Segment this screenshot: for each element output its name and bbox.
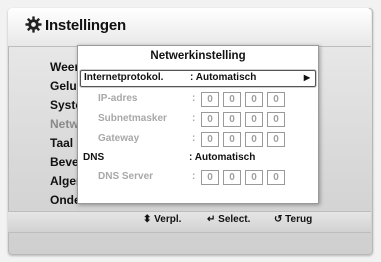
- dns-octet-1[interactable]: 0: [201, 170, 219, 185]
- dns-row[interactable]: DNS : Automatisch: [80, 151, 314, 166]
- gear-icon: [25, 16, 42, 33]
- subnet-octet-1[interactable]: 0: [201, 112, 219, 127]
- internet-protocol-value: : Automatisch: [190, 72, 257, 83]
- subnet-mask-label: Subnetmasker: [98, 113, 167, 124]
- dns-value: : Automatisch: [189, 152, 256, 163]
- ip-octet-2[interactable]: 0: [223, 92, 241, 107]
- gateway-octet-1[interactable]: 0: [201, 132, 219, 147]
- arrow-right-icon: ▶: [303, 73, 310, 82]
- internet-protocol-label: Internetprotokol.: [84, 72, 164, 83]
- ip-octet-3[interactable]: 0: [245, 92, 263, 107]
- dns-octet-3[interactable]: 0: [245, 170, 263, 185]
- dns-octet-4[interactable]: 0: [267, 170, 285, 185]
- ip-octet-4[interactable]: 0: [267, 92, 285, 107]
- subnet-mask-row: Subnetmasker : 0 0 0 0: [80, 112, 314, 127]
- dialog-title: Netwerkinstelling: [150, 50, 246, 62]
- gateway-label: Gateway: [98, 133, 140, 144]
- internet-protocol-row[interactable]: Internetprotokol. : Automatisch ▶: [80, 70, 316, 87]
- ip-octet-1[interactable]: 0: [201, 92, 219, 107]
- gateway-colon: :: [192, 133, 196, 144]
- subnet-octet-3[interactable]: 0: [245, 112, 263, 127]
- ip-address-row: IP-adres : 0 0 0 0: [80, 92, 314, 107]
- gateway-octet-2[interactable]: 0: [223, 132, 241, 147]
- subnet-octet-4[interactable]: 0: [267, 112, 285, 127]
- dns-label: DNS: [83, 152, 105, 163]
- gateway-octet-4[interactable]: 0: [267, 132, 285, 147]
- ip-address-label: IP-adres: [98, 93, 138, 104]
- gateway-row: Gateway : 0 0 0 0: [80, 132, 314, 147]
- move-hint: ⬍ Verpl.: [143, 214, 182, 225]
- back-hint: ↺ Terug: [274, 214, 313, 225]
- gateway-octet-3[interactable]: 0: [245, 132, 263, 147]
- page-title: Instellingen: [45, 17, 126, 34]
- subnet-octet-2[interactable]: 0: [223, 112, 241, 127]
- dns-octet-2[interactable]: 0: [223, 170, 241, 185]
- dns-server-row: DNS Server : 0 0 0 0: [80, 170, 314, 185]
- subnet-mask-colon: :: [192, 113, 196, 124]
- select-hint: ↵ Select.: [207, 214, 251, 225]
- ip-address-colon: :: [192, 93, 196, 104]
- network-settings-dialog: Netwerkinstelling Internetprotokol. : Au…: [77, 45, 319, 204]
- dns-server-label: DNS Server: [98, 171, 154, 182]
- dns-server-colon: :: [192, 171, 196, 182]
- footer-strip: [8, 211, 371, 233]
